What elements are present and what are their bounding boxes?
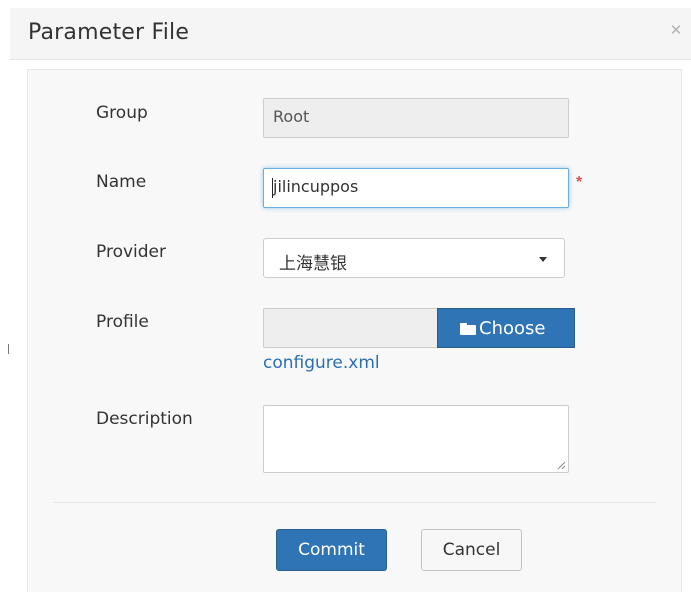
folder-open-icon <box>460 323 477 335</box>
name-field[interactable]: jilincuppos <box>263 168 569 208</box>
provider-label: Provider <box>96 242 166 262</box>
edge-mark <box>8 344 9 354</box>
profile-label: Profile <box>96 312 149 332</box>
group-field: Root <box>263 98 569 138</box>
group-label: Group <box>96 103 148 123</box>
dialog-title: Parameter File <box>28 20 190 45</box>
commit-button[interactable]: Commit <box>276 529 387 571</box>
profile-file-display <box>263 308 438 348</box>
caret-down-icon <box>539 257 547 262</box>
group-value: Root <box>273 107 310 126</box>
choose-file-button[interactable]: Choose <box>437 308 575 348</box>
name-label: Name <box>96 172 147 192</box>
dialog-header: Parameter File ✕ <box>10 8 691 60</box>
provider-selected-value: 上海慧银 <box>279 254 347 274</box>
profile-file-link[interactable]: configure.xml <box>263 353 380 373</box>
footer-divider <box>54 502 656 503</box>
description-textarea[interactable] <box>263 405 569 473</box>
required-indicator: * <box>576 174 583 191</box>
parameter-file-dialog: Parameter File ✕ Group Root Name jilincu… <box>0 0 691 592</box>
resize-grip-icon[interactable] <box>556 460 566 470</box>
description-label: Description <box>96 409 193 429</box>
close-icon[interactable]: ✕ <box>669 23 683 38</box>
provider-select[interactable]: 上海慧银 <box>263 238 565 278</box>
cancel-button[interactable]: Cancel <box>421 529 522 571</box>
choose-label: Choose <box>479 318 546 339</box>
name-value: jilincuppos <box>273 177 359 196</box>
